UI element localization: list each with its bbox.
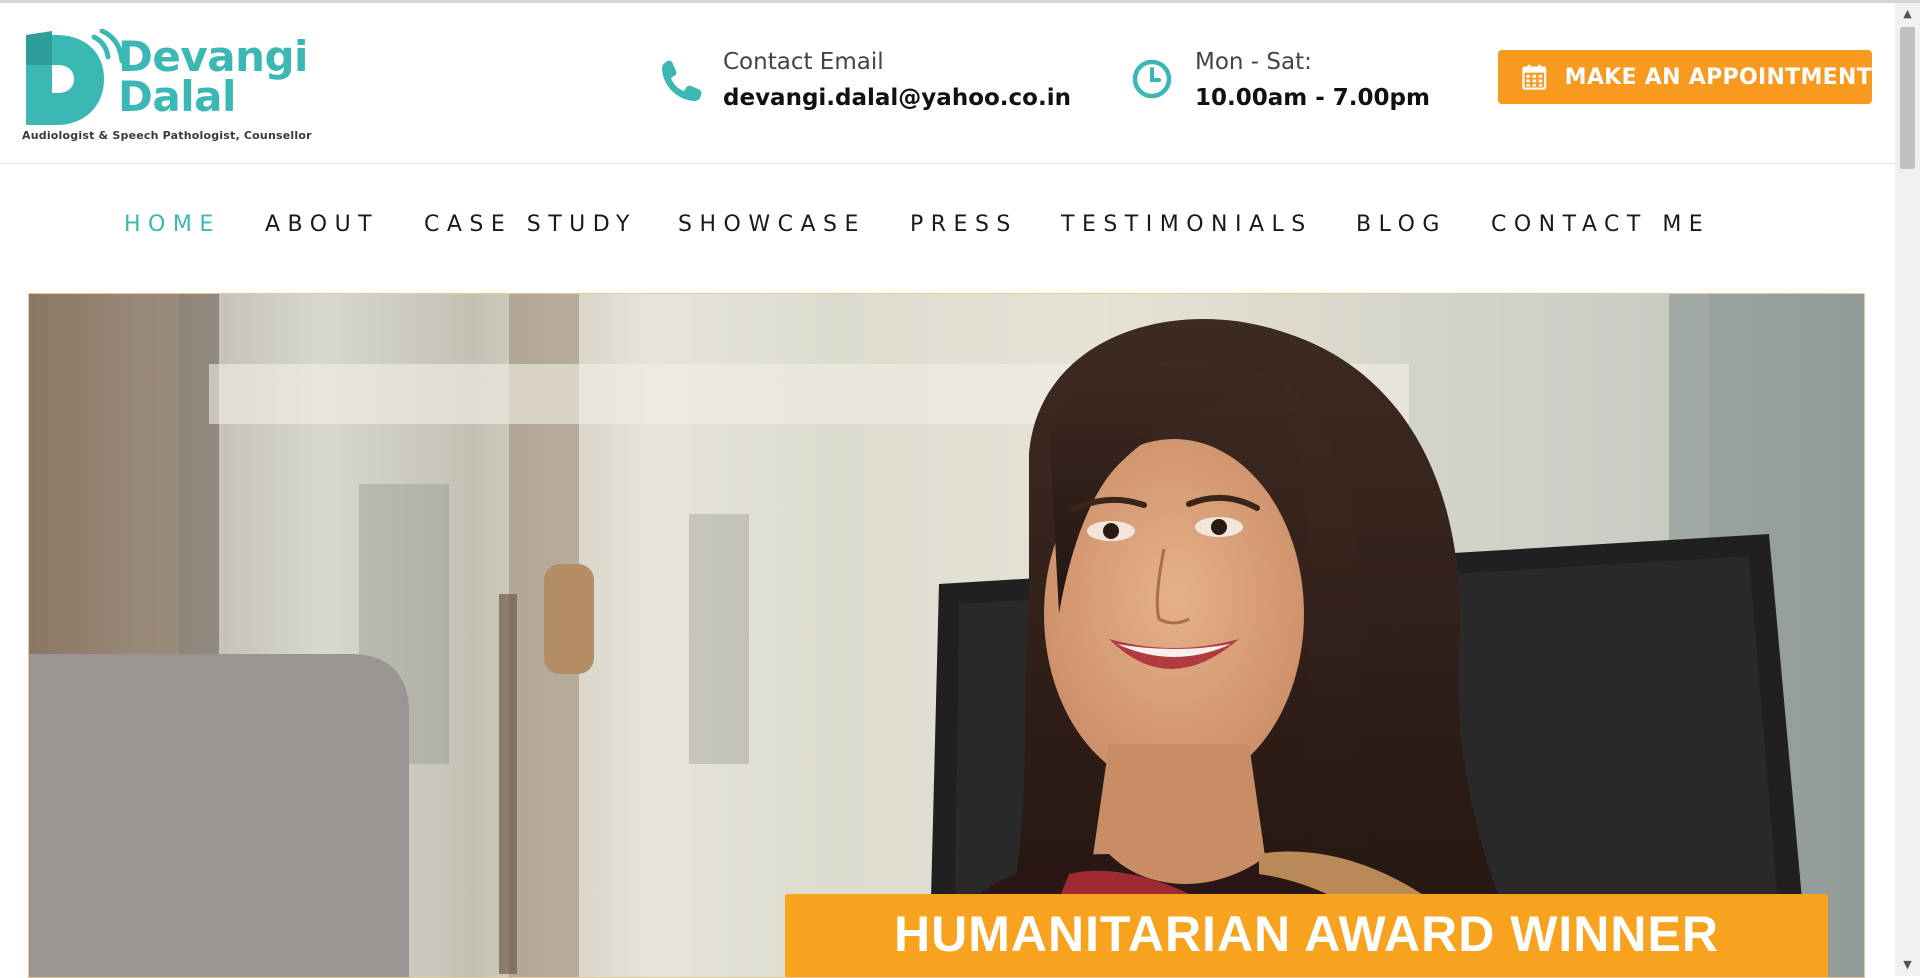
- logo-tagline: Audiologist & Speech Pathologist, Counse…: [22, 129, 312, 142]
- nav-item-blog[interactable]: BLOG: [1356, 212, 1447, 237]
- site-header: Devangi Dalal Audiologist & Speech Patho…: [0, 3, 1895, 164]
- nav-item-case-study[interactable]: CASE STUDY: [424, 212, 637, 237]
- nav-item-contact-me[interactable]: CONTACT ME: [1491, 212, 1710, 237]
- nav-item-testimonials[interactable]: TESTIMONIALS: [1061, 212, 1313, 237]
- clock-icon: [1132, 59, 1172, 99]
- hours-label: Mon - Sat:: [1195, 49, 1312, 75]
- logo-name-line2: Dalal: [118, 72, 236, 121]
- hours-value: 10.00am - 7.00pm: [1195, 85, 1430, 111]
- make-appointment-label: MAKE AN APPOINTMENT: [1564, 64, 1872, 90]
- hero-photo: [29, 294, 1864, 977]
- nav-item-about[interactable]: ABOUT: [265, 212, 379, 237]
- scroll-up-arrow-icon[interactable]: ▲: [1895, 3, 1920, 25]
- logo-name: Devangi Dalal: [118, 32, 308, 121]
- scrollbar-thumb[interactable]: [1900, 27, 1915, 169]
- logo-name-line1: Devangi: [118, 32, 308, 81]
- page-scrollbar[interactable]: ▲ ▼: [1895, 3, 1920, 976]
- email-label: Contact Email: [723, 49, 884, 75]
- phone-icon: [662, 60, 702, 101]
- nav-item-showcase[interactable]: SHOWCASE: [678, 212, 866, 237]
- nav-item-home[interactable]: HOME: [124, 212, 221, 237]
- site-logo[interactable]: Devangi Dalal Audiologist & Speech Patho…: [22, 27, 312, 147]
- make-appointment-button[interactable]: MAKE AN APPOINTMENT: [1498, 50, 1872, 104]
- calendar-icon: [1522, 64, 1547, 90]
- hours-block: Mon - Sat: 10.00am - 7.00pm: [1130, 47, 1460, 117]
- contact-email-block: Contact Email devangi.dalal@yahoo.co.in: [658, 47, 1071, 117]
- main-nav: HOME ABOUT CASE STUDY SHOWCASE PRESS TES…: [0, 164, 1895, 290]
- award-banner: HUMANITARIAN AWARD WINNER: [785, 894, 1828, 977]
- email-value[interactable]: devangi.dalal@yahoo.co.in: [723, 85, 1071, 111]
- nav-item-press[interactable]: PRESS: [910, 212, 1018, 237]
- hero-slider: HUMANITARIAN AWARD WINNER: [28, 293, 1865, 978]
- logo-d-mark-icon: [26, 29, 122, 125]
- scroll-down-arrow-icon[interactable]: ▼: [1895, 954, 1920, 976]
